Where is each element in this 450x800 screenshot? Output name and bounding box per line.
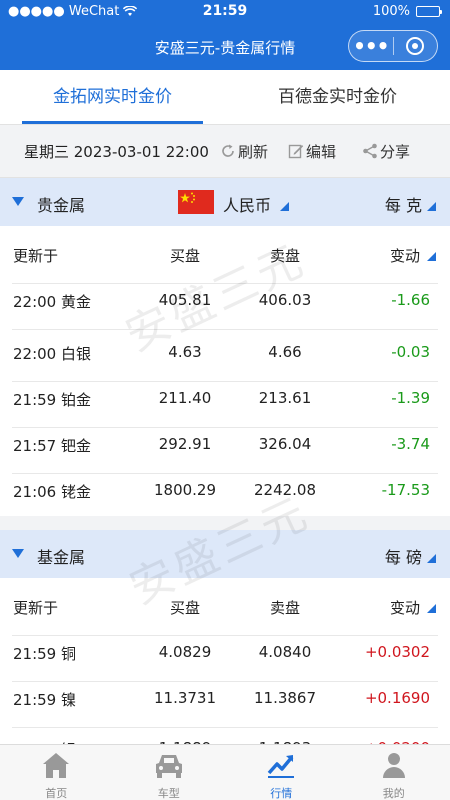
sell-price: 11.3867 — [253, 689, 317, 707]
price-change: +0.0302 — [364, 643, 430, 661]
currency-dropdown-icon[interactable] — [280, 202, 289, 211]
car-icon — [155, 755, 182, 778]
share-icon — [363, 143, 377, 159]
tab-home[interactable]: 首页 — [0, 745, 113, 800]
col-change[interactable]: 变动 — [390, 245, 420, 266]
refresh-button[interactable]: 刷新 — [220, 141, 268, 162]
col-time: 更新于 — [13, 599, 59, 617]
col-sell: 卖盘 — [269, 247, 300, 265]
sell-price: 2242.08 — [253, 481, 317, 499]
buy-price: 405.81 — [158, 291, 212, 309]
toolbar: 星期三 2023-03-01 22:00 刷新 编辑 分享 — [0, 124, 450, 178]
unit-selector[interactable]: 每 磅 — [385, 544, 422, 568]
tab-label: 首页 — [45, 787, 68, 800]
buy-price: 4.0829 — [158, 643, 212, 661]
battery-percent: 100% — [372, 4, 410, 19]
table-row[interactable]: 21:06 铑金 1800.29 2242.08 -17.53 — [0, 462, 450, 520]
top-bar: ●●●●● WeChat 21:59 100% 安盛三元-贵金属行情 ••• — [0, 0, 450, 70]
close-miniprogram-icon[interactable] — [393, 37, 437, 55]
edit-label: 编辑 — [306, 142, 337, 161]
sell-price: 213.61 — [258, 389, 312, 407]
unit-selector[interactable]: 每 克 — [385, 192, 422, 216]
sort-dropdown-icon[interactable] — [427, 604, 436, 613]
section-title: 贵金属 — [37, 196, 86, 215]
section-divider — [0, 516, 450, 530]
china-flag-icon — [178, 190, 214, 214]
metal-name: 21:06 铑金 — [13, 483, 91, 501]
metal-name: 21:59 铜 — [13, 645, 76, 663]
trend-chart-icon — [267, 755, 295, 778]
share-label: 分享 — [380, 142, 411, 161]
buy-price: 292.91 — [158, 435, 212, 453]
battery-status: 100% — [372, 4, 442, 19]
source-tabs: 金拓网实时金价 百德金实时金价 — [0, 70, 450, 124]
sell-price: 4.0840 — [258, 643, 312, 661]
bottom-tab-bar: 首页 车型 行情 我的 — [0, 744, 450, 800]
col-time: 更新于 — [13, 247, 59, 265]
miniprogram-capsule: ••• — [348, 30, 438, 62]
sell-price: 4.66 — [268, 343, 302, 361]
col-buy: 买盘 — [169, 599, 200, 617]
edit-icon — [288, 144, 304, 159]
home-icon — [43, 753, 70, 778]
buy-price: 1800.29 — [153, 481, 217, 499]
price-change: -3.74 — [391, 435, 430, 453]
more-icon[interactable]: ••• — [349, 32, 393, 60]
status-bar: ●●●●● WeChat 21:59 100% — [0, 0, 450, 24]
metal-name: 21:59 镍 — [13, 691, 76, 709]
sell-price: 326.04 — [258, 435, 312, 453]
buy-price: 11.3731 — [153, 689, 217, 707]
edit-button[interactable]: 编辑 — [288, 141, 336, 162]
base-metals-header[interactable]: 基金属 每 磅 — [0, 530, 450, 578]
buy-price: 211.40 — [158, 389, 212, 407]
user-icon — [382, 753, 405, 778]
price-change: +0.1690 — [364, 689, 430, 707]
buy-price: 4.63 — [168, 343, 202, 361]
update-date: 星期三 2023-03-01 22:00 — [24, 142, 209, 161]
col-change[interactable]: 变动 — [390, 597, 420, 618]
battery-icon — [416, 6, 442, 17]
tab-baidejin[interactable]: 百德金实时金价 — [225, 70, 450, 124]
tab-label: 我的 — [382, 787, 405, 800]
price-change: -17.53 — [381, 481, 430, 499]
tab-label: 行情 — [270, 787, 293, 800]
price-change: -1.66 — [391, 291, 430, 309]
table-row[interactable]: 22:00 黄金 405.81 406.03 -1.66 — [0, 272, 450, 330]
currency-selector[interactable]: 人民币 — [223, 192, 271, 216]
col-sell: 卖盘 — [269, 599, 300, 617]
refresh-icon — [222, 144, 234, 157]
sort-dropdown-icon[interactable] — [427, 252, 436, 261]
tab-market[interactable]: 行情 — [225, 745, 338, 800]
collapse-triangle-icon[interactable] — [12, 549, 24, 558]
share-button[interactable]: 分享 — [362, 141, 410, 162]
collapse-triangle-icon[interactable] — [12, 197, 24, 206]
col-buy: 买盘 — [169, 247, 200, 265]
price-change: -1.39 — [391, 389, 430, 407]
section-title: 基金属 — [37, 548, 86, 567]
metal-name: 21:57 钯金 — [13, 437, 91, 455]
metal-name: 22:00 黄金 — [13, 293, 91, 311]
metal-name: 21:59 铂金 — [13, 391, 91, 409]
refresh-label: 刷新 — [238, 142, 269, 161]
unit-dropdown-icon[interactable] — [427, 202, 436, 211]
metal-name: 22:00 白银 — [13, 345, 91, 363]
precious-metals-header[interactable]: 贵金属 人民币 每 克 — [0, 178, 450, 226]
tab-label: 车型 — [157, 787, 180, 800]
price-change: -0.03 — [391, 343, 430, 361]
tab-mine[interactable]: 我的 — [338, 745, 450, 800]
unit-dropdown-icon[interactable] — [427, 554, 436, 563]
sell-price: 406.03 — [258, 291, 312, 309]
tab-jintuo[interactable]: 金拓网实时金价 — [0, 70, 225, 124]
tab-models[interactable]: 车型 — [113, 745, 226, 800]
